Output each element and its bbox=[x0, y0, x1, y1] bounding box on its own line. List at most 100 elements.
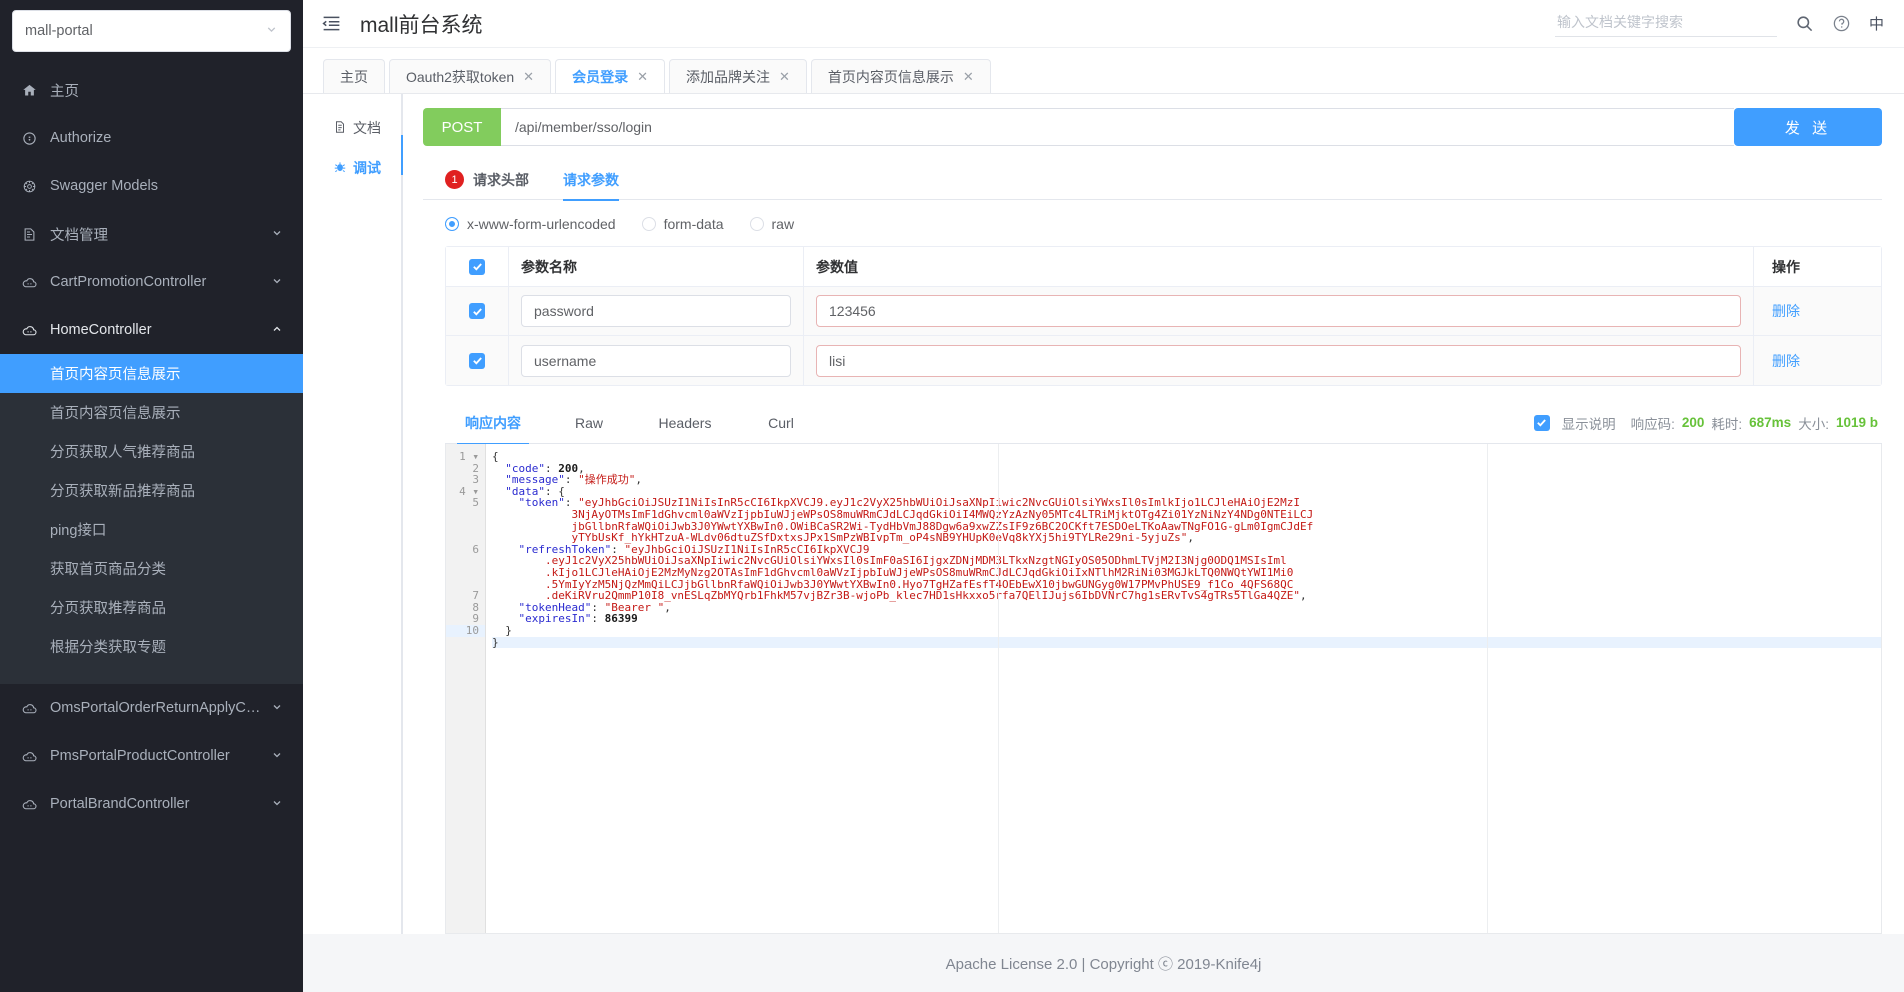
service-select[interactable]: mall-portal bbox=[12, 10, 291, 52]
request-tab-label: 请求头部 bbox=[473, 171, 529, 188]
close-icon[interactable]: ✕ bbox=[523, 69, 534, 85]
line-number: 1 ▾ bbox=[459, 450, 479, 463]
response-tab-curl[interactable]: Curl bbox=[733, 402, 829, 444]
line-number: 5 bbox=[472, 496, 479, 510]
sidebar-subitem-4[interactable]: ping接口 bbox=[0, 510, 303, 549]
lock-icon bbox=[18, 131, 40, 146]
param-name-input[interactable]: password bbox=[521, 295, 791, 327]
tab-home-content-info[interactable]: 首页内容页信息展示 ✕ bbox=[810, 59, 991, 93]
tab-add-brand-follow[interactable]: 添加品牌关注 ✕ bbox=[668, 59, 807, 93]
row-checkbox[interactable] bbox=[469, 352, 485, 369]
tab-label: 主页 bbox=[340, 68, 368, 85]
response-tabs: 响应内容 Raw Headers Curl 显示说明 响应码: 200 耗时: … bbox=[445, 402, 1882, 445]
sidebar-item-label: Authorize bbox=[50, 130, 112, 146]
radio-dot-icon bbox=[749, 217, 764, 231]
elapsed-label: 耗时: bbox=[1711, 416, 1743, 432]
status-code-label: 响应码: bbox=[1630, 416, 1675, 432]
sidebar-item-authorize[interactable]: Authorize bbox=[0, 114, 303, 162]
param-name-input[interactable]: username bbox=[521, 344, 791, 377]
sidebar-menu: 主页 Authorize Swagger Models 文档管理 CartPro… bbox=[0, 66, 303, 828]
language-toggle[interactable]: 中 bbox=[1869, 13, 1884, 34]
response-tab-headers[interactable]: Headers bbox=[637, 402, 733, 444]
search-input[interactable] bbox=[1554, 12, 1777, 31]
line-number bbox=[446, 521, 485, 533]
cloud-icon bbox=[18, 322, 40, 339]
request-tab-headers[interactable]: 1 请求头部 bbox=[445, 160, 529, 200]
code-guide-line bbox=[998, 444, 999, 933]
row-select-cell bbox=[446, 287, 509, 335]
line-number: 10 bbox=[446, 625, 485, 637]
radio-dot-icon bbox=[445, 217, 459, 231]
sidebar-item-portal-brand-controller[interactable]: PortalBrandController bbox=[0, 780, 303, 828]
status-code-value: 200 bbox=[1681, 415, 1705, 430]
delete-param-link[interactable]: 删除 bbox=[1772, 351, 1800, 371]
radio-form-data[interactable]: form-data bbox=[641, 216, 724, 232]
page-title: mall前台系统 bbox=[360, 13, 483, 37]
search-box[interactable] bbox=[1554, 11, 1777, 37]
sidebar-item-oms-portal-order-return-apply-controller[interactable]: OmsPortalOrderReturnApplyCont… bbox=[0, 684, 303, 732]
sidebar-item-cart-promotion-controller[interactable]: CartPromotionController bbox=[0, 258, 303, 306]
response-tab-content[interactable]: 响应内容 bbox=[445, 402, 541, 445]
row-operation-cell: 删除 bbox=[1754, 336, 1881, 385]
tab-label: 添加品牌关注 bbox=[685, 68, 770, 85]
tab-member-login[interactable]: 会员登录 ✕ bbox=[555, 59, 665, 93]
vtab-indicator bbox=[401, 94, 403, 934]
sidebar-item-home-controller[interactable]: HomeController bbox=[0, 306, 303, 354]
status-badge: 1 bbox=[445, 170, 464, 189]
json-response-body: { "code": 200, "message": "操作成功", "data"… bbox=[486, 444, 1881, 933]
close-icon[interactable]: ✕ bbox=[963, 69, 974, 85]
chevron-down-icon bbox=[271, 275, 283, 290]
code-guide-line bbox=[1487, 444, 1488, 933]
response-code-viewer[interactable]: 1 ▾ 2 3 4 ▾ 5 6 7 8 9 10 {"code": 200, … bbox=[445, 444, 1882, 934]
sidebar-subitem-3[interactable]: 分页获取新品推荐商品 bbox=[0, 471, 303, 510]
question-circle-icon[interactable] bbox=[1832, 14, 1851, 33]
tab-home[interactable]: 主页 bbox=[323, 59, 385, 93]
sidebar-subitem-2[interactable]: 分页获取人气推荐商品 bbox=[0, 432, 303, 471]
select-all-checkbox[interactable] bbox=[469, 258, 485, 275]
request-tabs: 1 请求头部 请求参数 bbox=[423, 160, 1882, 201]
param-name-cell: password bbox=[509, 287, 804, 335]
table-row: password 123456 删除 bbox=[446, 287, 1881, 336]
sidebar-subitem-0[interactable]: 首页内容页信息展示 bbox=[0, 354, 303, 393]
show-description-checkbox[interactable] bbox=[1533, 414, 1550, 431]
param-value-input[interactable]: 123456 bbox=[816, 295, 1741, 327]
param-value-input[interactable]: lisi bbox=[816, 344, 1741, 377]
vtab-debug[interactable]: 调试 bbox=[323, 148, 401, 188]
tab-oauth2-token[interactable]: Oauth2获取token ✕ bbox=[389, 59, 552, 93]
close-icon[interactable]: ✕ bbox=[637, 69, 648, 85]
sidebar-item-label: CartPromotionController bbox=[50, 274, 207, 290]
radio-raw[interactable]: raw bbox=[749, 216, 794, 232]
sidebar-subitem-label: 分页获取新品推荐商品 bbox=[50, 484, 195, 500]
vtab-label: 调试 bbox=[353, 160, 381, 176]
send-button[interactable]: 发 送 bbox=[1734, 108, 1882, 146]
sidebar-subitem-6[interactable]: 分页获取推荐商品 bbox=[0, 588, 303, 627]
chevron-up-icon bbox=[271, 323, 283, 338]
search-icon[interactable] bbox=[1795, 14, 1814, 33]
sidebar-item-swagger-models[interactable]: Swagger Models bbox=[0, 162, 303, 210]
sidebar-subitem-5[interactable]: 获取首页商品分类 bbox=[0, 549, 303, 588]
row-checkbox[interactable] bbox=[469, 303, 485, 319]
sidebar-item-label: Swagger Models bbox=[50, 178, 158, 194]
vtab-document[interactable]: 文档 bbox=[323, 108, 401, 148]
models-icon bbox=[18, 179, 40, 194]
footer: Apache License 2.0 | Copyright ⓒ 2019-Kn… bbox=[303, 934, 1904, 992]
sidebar-item-pms-portal-product-controller[interactable]: PmsPortalProductController bbox=[0, 732, 303, 780]
close-icon[interactable]: ✕ bbox=[779, 69, 790, 85]
sidebar-subitem-1[interactable]: 首页内容页信息展示 bbox=[0, 393, 303, 432]
sidebar-item-home[interactable]: 主页 bbox=[0, 66, 303, 114]
radio-x-www-form-urlencoded[interactable]: x-www-form-urlencoded bbox=[445, 216, 616, 232]
menu-collapse-icon[interactable] bbox=[321, 13, 342, 34]
show-description-label: 显示说明 bbox=[1561, 416, 1616, 432]
sidebar-subitem-label: 根据分类获取专题 bbox=[50, 640, 166, 656]
tab-label: 会员登录 bbox=[572, 68, 629, 85]
request-url-input[interactable]: /api/member/sso/login bbox=[501, 108, 1734, 146]
sidebar-item-doc-manage[interactable]: 文档管理 bbox=[0, 210, 303, 258]
sidebar-subitem-label: ping接口 bbox=[50, 523, 107, 539]
cloud-icon bbox=[18, 274, 40, 291]
body-type-radios: x-www-form-urlencoded form-data raw bbox=[423, 200, 1882, 246]
request-tab-params[interactable]: 请求参数 bbox=[563, 160, 619, 201]
sidebar-subitem-7[interactable]: 根据分类获取专题 bbox=[0, 627, 303, 666]
delete-param-link[interactable]: 删除 bbox=[1772, 301, 1800, 321]
response-tab-raw[interactable]: Raw bbox=[541, 402, 637, 444]
size-value: 1019 b bbox=[1835, 415, 1878, 430]
